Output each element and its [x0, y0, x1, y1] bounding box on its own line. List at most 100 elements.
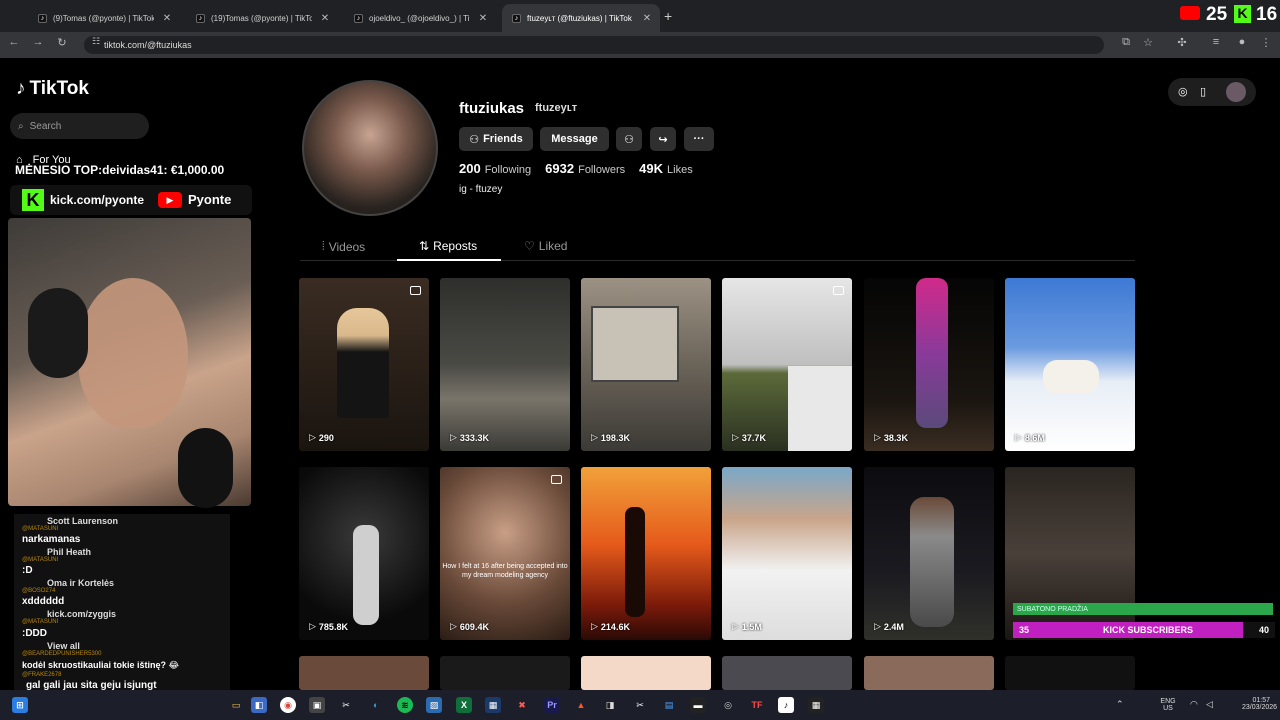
chat-tag: @MATASUNI	[22, 526, 59, 532]
app-icon[interactable]: TF	[749, 697, 765, 713]
new-tab-button[interactable]: +	[664, 8, 672, 24]
reload-icon[interactable]: ↻	[54, 36, 70, 49]
view-count-text: 2.4M	[883, 621, 904, 632]
forward-icon[interactable]: →	[30, 36, 46, 48]
video-tile[interactable]	[581, 656, 711, 690]
app-icon[interactable]: ▣	[309, 697, 325, 713]
play-icon: ▷	[450, 621, 457, 631]
friends-button[interactable]: ⚇ Friends	[459, 127, 533, 151]
app-icon[interactable]: ✖	[514, 697, 530, 713]
more-icon: ···	[693, 133, 705, 145]
video-tile[interactable]	[299, 656, 429, 690]
profile-avatar[interactable]	[302, 80, 438, 216]
message-button[interactable]: Message	[540, 127, 609, 151]
video-tile[interactable]: ▷ 8.6M	[1005, 278, 1135, 451]
app-icon[interactable]: ◨	[602, 697, 618, 713]
kick-icon: K	[1234, 5, 1251, 23]
chrome-icon[interactable]: ◉	[280, 697, 296, 713]
search-input[interactable]: ⌕ Search	[10, 113, 149, 139]
obs-icon[interactable]: ◎	[720, 697, 736, 713]
url-field[interactable]: tiktok.com/@ftuziukas	[84, 36, 1104, 54]
edge-icon[interactable]: ◐	[368, 697, 384, 713]
site-info-icon[interactable]: ☷	[88, 36, 104, 47]
tray-chevron-icon[interactable]: ⌃	[1116, 699, 1124, 710]
chat-message: :D	[22, 565, 33, 576]
video-tile[interactable]	[722, 656, 852, 690]
brave-icon[interactable]: ▲	[573, 697, 589, 713]
coin-icon[interactable]: ◎	[1178, 85, 1188, 98]
video-tile[interactable]: ▷ 37.7K	[722, 278, 852, 451]
profile-avatar-icon[interactable]: ●	[1234, 36, 1250, 48]
video-tile[interactable]: ▷ 785.8K	[299, 467, 429, 640]
close-tab-icon[interactable]: ✕	[640, 13, 654, 24]
share-button[interactable]: ↪	[650, 127, 676, 151]
device-icon[interactable]: ▯	[1200, 85, 1206, 98]
video-tile[interactable]: ▷ 2.4M	[864, 467, 994, 640]
video-tile[interactable]: ▷ 38.3K	[864, 278, 994, 451]
view-count: ▷ 2.4M	[874, 621, 904, 632]
view-count: ▷ 333.3K	[450, 432, 489, 443]
tiktok-logo[interactable]: ♪ TikTok	[16, 78, 89, 100]
video-tile[interactable]: ▷ 290	[299, 278, 429, 451]
close-tab-icon[interactable]: ✕	[318, 13, 332, 24]
file-explorer-icon[interactable]: ▭	[228, 697, 244, 713]
spotify-icon[interactable]: ≋	[397, 697, 413, 713]
kick-icon: K	[22, 189, 44, 211]
youtube-name: Pyonte	[188, 192, 232, 207]
chat-tag: @FRAKE2678	[22, 672, 62, 678]
following-stat[interactable]: 200 Following	[459, 161, 531, 176]
windows-start-icon[interactable]: ⊞	[12, 697, 28, 713]
add-friend-button[interactable]: ⚇	[616, 127, 642, 151]
excel-icon[interactable]: X	[456, 697, 472, 713]
tab-videos[interactable]: ⦙ Videos	[322, 239, 365, 254]
notepad-icon[interactable]: ▤	[661, 697, 677, 713]
browser-tab-2[interactable]: ♪ (19)Tomas (@pyonte) | TikTok ✕	[186, 4, 338, 32]
chat-user: Oma ir Kortelės	[47, 578, 115, 588]
bookmark-star-icon[interactable]: ☆	[1140, 36, 1156, 49]
terminal-icon[interactable]: ▬	[690, 697, 706, 713]
extensions-icon[interactable]: ✣	[1174, 36, 1190, 49]
app-icon[interactable]: ▦	[808, 697, 824, 713]
close-tab-icon[interactable]: ✕	[476, 13, 490, 24]
media-icon[interactable]: ≡	[1208, 36, 1224, 48]
browser-tab-3[interactable]: ♪ ojoeldivo_ (@ojoeldivo_) | TikTok ✕	[344, 4, 496, 32]
photos-icon[interactable]: ▨	[426, 697, 442, 713]
premiere-icon[interactable]: Pr	[544, 697, 560, 713]
video-tile[interactable]: How I felt at 16 after being accepted in…	[440, 467, 570, 640]
tab-reposts[interactable]: ⇅ Reposts	[419, 239, 477, 253]
browser-tab-1[interactable]: ♪ (9)Tomas (@pyonte) | TikTok ✕	[28, 4, 180, 32]
view-count-text: 1.5M	[741, 621, 762, 632]
logo-text: TikTok	[29, 78, 89, 99]
video-tile[interactable]	[1005, 656, 1135, 690]
video-tile[interactable]: ▷ 1.5M	[722, 467, 852, 640]
following-label: Following	[484, 164, 532, 176]
video-tile[interactable]	[864, 656, 994, 690]
kick-sub-label: KICK SUBSCRIBERS	[1102, 625, 1193, 635]
user-avatar-icon[interactable]	[1226, 82, 1246, 102]
install-icon[interactable]: ⧉	[1118, 36, 1134, 49]
more-button[interactable]: ···	[684, 127, 714, 151]
followers-stat[interactable]: 6932 Followers	[545, 161, 625, 176]
video-tile[interactable]	[440, 656, 570, 690]
capcut-icon[interactable]: ✂	[338, 697, 354, 713]
menu-icon[interactable]: ⋮	[1258, 36, 1274, 49]
language-indicator[interactable]: ENG US	[1160, 698, 1176, 712]
tab-liked[interactable]: ♡ Liked	[524, 239, 567, 253]
video-tile[interactable]: ▷ 198.3K	[581, 278, 711, 451]
volume-icon[interactable]: ◁	[1206, 699, 1213, 710]
tab-label: Reposts	[433, 239, 478, 253]
chat-view-all[interactable]: View all	[47, 641, 80, 651]
tab-title: (19)Tomas (@pyonte) | TikTok	[211, 13, 312, 23]
browser-tab-4[interactable]: ♪ ftuzeyʟт (@ftuziukas) | TikTok ✕	[502, 4, 660, 32]
back-icon[interactable]: ←	[6, 36, 22, 48]
app-icon[interactable]: ▦	[485, 697, 501, 713]
clock[interactable]: 01:57 23/03/2026	[1242, 697, 1277, 711]
store-icon[interactable]: ◧	[251, 697, 267, 713]
tiktok-app-icon[interactable]: ♪	[778, 697, 794, 713]
close-tab-icon[interactable]: ✕	[160, 13, 174, 24]
view-count: ▷ 609.4K	[450, 621, 489, 632]
wifi-icon[interactable]: ◠	[1190, 699, 1198, 710]
video-tile[interactable]: ▷ 214.6K	[581, 467, 711, 640]
capcut-icon[interactable]: ✂	[632, 697, 648, 713]
video-tile[interactable]: ▷ 333.3K	[440, 278, 570, 451]
